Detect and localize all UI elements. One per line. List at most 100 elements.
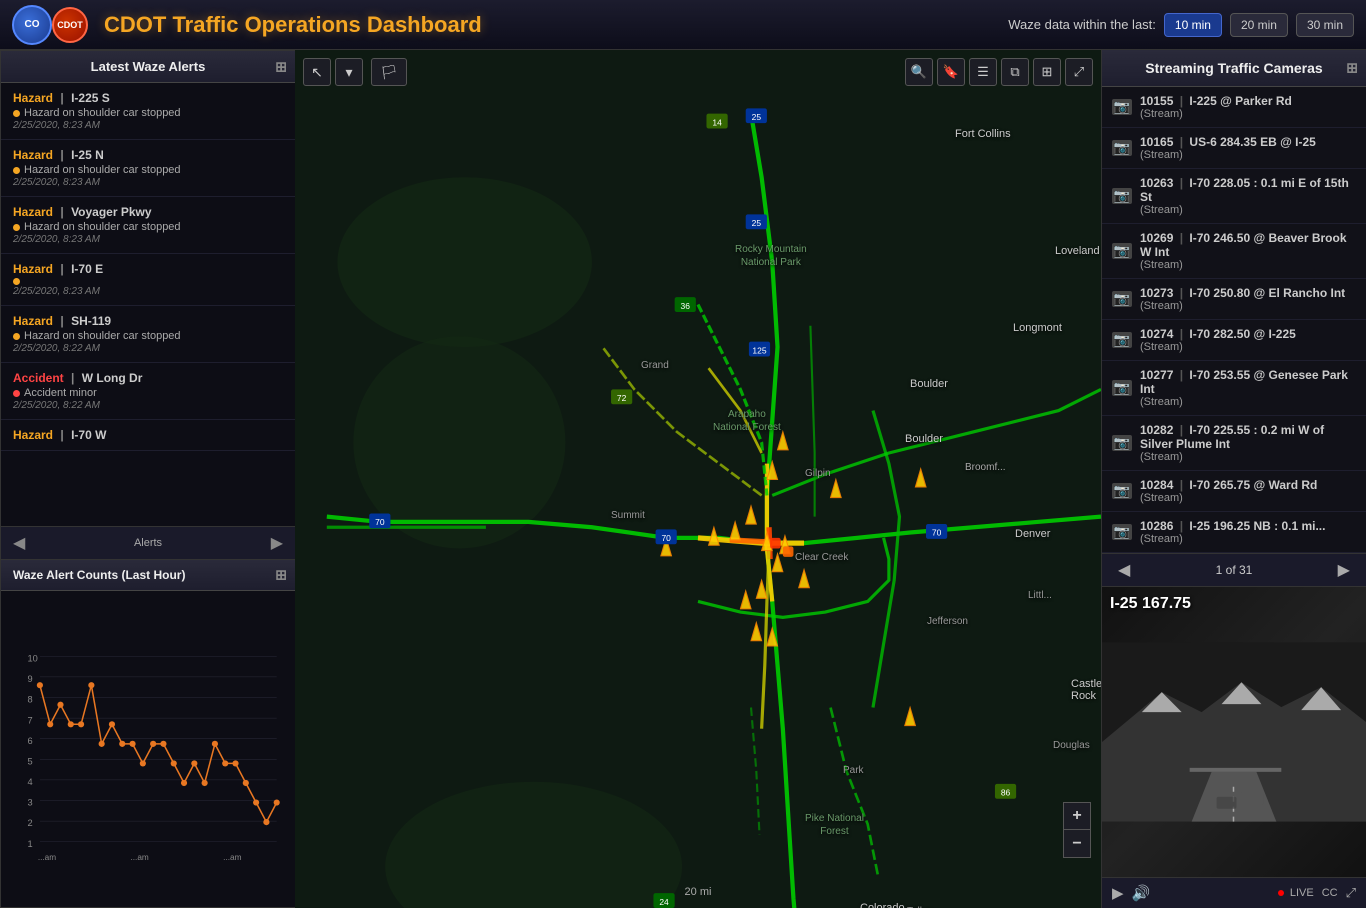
camera-stream: (Stream) bbox=[1140, 533, 1325, 545]
waze-20min-button[interactable]: 20 min bbox=[1230, 13, 1288, 37]
alerts-prev-button[interactable]: ◀ bbox=[13, 533, 25, 553]
map-layers-icon[interactable]: ⧉ bbox=[1001, 58, 1029, 86]
camera-stream: (Stream) bbox=[1140, 451, 1356, 463]
map-grid-icon[interactable]: ⊞ bbox=[1033, 58, 1061, 86]
alert-description: Hazard on shoulder car stopped bbox=[24, 107, 181, 119]
camera-stream: (Stream) bbox=[1140, 149, 1316, 161]
alert-type: Hazard bbox=[13, 205, 53, 219]
camera-info: 10284 | I-70 265.75 @ Ward Rd (Stream) bbox=[1140, 478, 1317, 504]
map-scale: 20 mi bbox=[685, 886, 712, 898]
chart-title: Waze Alert Counts (Last Hour) ⊞ bbox=[1, 560, 295, 591]
camera-info: 10165 | US-6 284.35 EB @ I-25 (Stream) bbox=[1140, 135, 1316, 161]
alert-time: 2/25/2020, 8:23 AM bbox=[13, 177, 283, 188]
camera-info: 10277 | I-70 253.55 @ Genesee Park Int (… bbox=[1140, 368, 1356, 408]
alert-dot bbox=[13, 278, 20, 285]
waze-30min-button[interactable]: 30 min bbox=[1296, 13, 1354, 37]
alert-dot bbox=[13, 333, 20, 340]
svg-text:...am: ...am bbox=[38, 853, 56, 862]
header: CO CDOT CDOT Traffic Operations Dashboar… bbox=[0, 0, 1366, 50]
alert-desc: Hazard on shoulder car stopped bbox=[13, 164, 283, 176]
svg-text:7: 7 bbox=[28, 715, 33, 725]
svg-text:25: 25 bbox=[752, 218, 762, 228]
zoom-out-button[interactable]: − bbox=[1063, 830, 1091, 858]
list-item[interactable]: 10284 | I-70 265.75 @ Ward Rd (Stream) bbox=[1102, 471, 1366, 512]
alert-type: Hazard bbox=[13, 314, 53, 328]
alert-time: 2/25/2020, 8:22 AM bbox=[13, 343, 283, 354]
list-item[interactable]: 10263 | I-70 228.05 : 0.1 mi E of 15th S… bbox=[1102, 169, 1366, 224]
camera-info: 10286 | I-25 196.25 NB : 0.1 mi... (Stre… bbox=[1140, 519, 1325, 545]
map-flag-icon[interactable]: 🏳 bbox=[371, 58, 407, 86]
alerts-next-button[interactable]: ▶ bbox=[271, 533, 283, 553]
svg-text:1: 1 bbox=[28, 839, 33, 849]
chart-expand-icon[interactable]: ⊞ bbox=[275, 567, 287, 584]
map-label-anf: ArapahoNational Forest bbox=[713, 408, 781, 434]
chart-panel: Waze Alert Counts (Last Hour) ⊞ 10 9 8 7… bbox=[0, 560, 295, 908]
list-item[interactable]: 10273 | I-70 250.80 @ El Rancho Int (Str… bbox=[1102, 279, 1366, 320]
alerts-list: Hazard | I-225 S Hazard on shoulder car … bbox=[1, 83, 295, 526]
video-cc-button[interactable]: CC bbox=[1322, 887, 1338, 899]
list-item[interactable]: 10282 | I-70 225.55 : 0.2 mi W of Silver… bbox=[1102, 416, 1366, 471]
alert-dot bbox=[13, 110, 20, 117]
camera-icon bbox=[1112, 524, 1132, 540]
zoom-in-button[interactable]: + bbox=[1063, 802, 1091, 830]
svg-text:70: 70 bbox=[932, 528, 942, 538]
list-item: Hazard | I-25 N Hazard on shoulder car s… bbox=[1, 140, 295, 197]
map-pointer-tool[interactable]: ↖ bbox=[303, 58, 331, 86]
alert-dot bbox=[13, 224, 20, 231]
list-item[interactable]: 10286 | I-25 196.25 NB : 0.1 mi... (Stre… bbox=[1102, 512, 1366, 553]
cameras-expand-icon[interactable]: ⊞ bbox=[1346, 60, 1358, 77]
svg-text:86: 86 bbox=[1001, 788, 1011, 798]
waze-10min-button[interactable]: 10 min bbox=[1164, 13, 1222, 37]
map-bookmark-icon[interactable]: 🔖 bbox=[937, 58, 965, 86]
alert-type: Hazard bbox=[13, 91, 53, 105]
video-prev-button[interactable]: ◀ bbox=[1112, 560, 1136, 580]
list-item[interactable]: 10269 | I-70 246.50 @ Beaver Brook W Int… bbox=[1102, 224, 1366, 279]
alert-dot bbox=[13, 167, 20, 174]
list-item: Accident | W Long Dr Accident minor 2/25… bbox=[1, 363, 295, 420]
alerts-expand-icon[interactable]: ⊞ bbox=[275, 58, 287, 75]
map-search-icon[interactable]: 🔍 bbox=[905, 58, 933, 86]
list-item: Hazard | SH-119 Hazard on shoulder car s… bbox=[1, 306, 295, 363]
camera-id: 10165 | US-6 284.35 EB @ I-25 bbox=[1140, 135, 1316, 149]
list-item[interactable]: 10277 | I-70 253.55 @ Genesee Park Int (… bbox=[1102, 361, 1366, 416]
alerts-panel-header: Latest Waze Alerts ⊞ bbox=[1, 51, 295, 83]
alert-road: W Long Dr bbox=[82, 371, 143, 385]
alert-description: Hazard on shoulder car stopped bbox=[24, 330, 181, 342]
video-play-button[interactable]: ▶ bbox=[1112, 884, 1124, 902]
video-fullscreen-button[interactable]: ⤢ bbox=[1346, 885, 1356, 901]
alert-dot bbox=[13, 390, 20, 397]
alert-title: Accident | W Long Dr bbox=[13, 371, 283, 385]
svg-text:70: 70 bbox=[661, 533, 671, 543]
camera-stream: (Stream) bbox=[1140, 341, 1296, 353]
video-next-button[interactable]: ▶ bbox=[1332, 560, 1356, 580]
camera-id: 10282 | I-70 225.55 : 0.2 mi W of Silver… bbox=[1140, 423, 1356, 451]
alert-road: SH-119 bbox=[71, 314, 111, 328]
alert-desc bbox=[13, 278, 283, 285]
alert-type: Hazard bbox=[13, 148, 53, 162]
map-label-pnf: Pike NationalForest bbox=[805, 812, 864, 838]
alert-description: Accident minor bbox=[24, 387, 97, 399]
video-live-indicator: LIVE bbox=[1278, 887, 1314, 899]
camera-icon bbox=[1112, 332, 1132, 348]
alert-title: Hazard | SH-119 bbox=[13, 314, 283, 328]
cameras-title: Streaming Traffic Cameras bbox=[1145, 60, 1322, 76]
video-panel: ◀ 1 of 31 ▶ bbox=[1102, 553, 1366, 908]
waze-alert-chart: 10 9 8 7 6 5 4 3 2 1 bbox=[9, 599, 287, 899]
svg-text:125: 125 bbox=[752, 345, 766, 355]
svg-text:36: 36 bbox=[681, 301, 691, 311]
camera-icon bbox=[1112, 188, 1132, 204]
waze-filter-label: Waze data within the last: bbox=[1008, 17, 1156, 32]
video-volume-button[interactable]: 🔊 bbox=[1132, 884, 1151, 902]
list-item[interactable]: 10155 | I-225 @ Parker Rd (Stream) bbox=[1102, 87, 1366, 128]
list-item[interactable]: 10274 | I-70 282.50 @ I-225 (Stream) bbox=[1102, 320, 1366, 361]
map-label-gilpin: Gilpin bbox=[805, 468, 831, 479]
map-dropdown-tool[interactable]: ▾ bbox=[335, 58, 363, 86]
list-item[interactable]: 10165 | US-6 284.35 EB @ I-25 (Stream) bbox=[1102, 128, 1366, 169]
svg-text:...am: ...am bbox=[130, 853, 148, 862]
video-controls: ▶ 🔊 LIVE CC ⤢ bbox=[1102, 877, 1366, 908]
map-list-icon[interactable]: ☰ bbox=[969, 58, 997, 86]
chart-title-label: Waze Alert Counts (Last Hour) bbox=[13, 568, 185, 582]
map-label-grand: Grand bbox=[641, 360, 669, 371]
map-expand-icon[interactable]: ⤢ bbox=[1065, 58, 1093, 86]
map-label-littleton: Littl... bbox=[1028, 590, 1052, 601]
